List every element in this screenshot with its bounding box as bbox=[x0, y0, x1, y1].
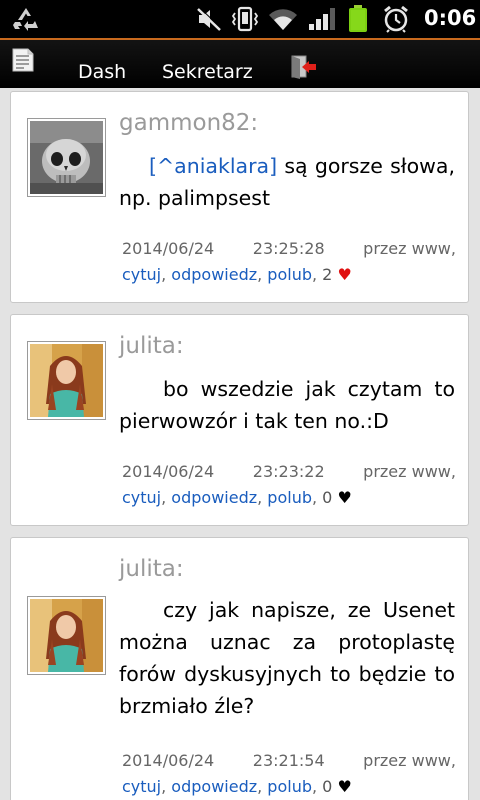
post-meta: 2014/06/24 23:25:28 przez www, cytuj, odpo… bbox=[122, 236, 456, 288]
tab-sekretarz[interactable]: Sekretarz bbox=[162, 61, 253, 83]
post-time: 23:21:54 bbox=[252, 751, 325, 770]
wifi-icon bbox=[268, 6, 298, 36]
like-link[interactable]: polub bbox=[267, 488, 312, 507]
quote-link[interactable]: cytuj bbox=[122, 777, 161, 796]
post-time: 23:23:22 bbox=[252, 462, 325, 481]
action-bar: Dash Sekretarz bbox=[0, 38, 480, 88]
post-body: czy jak napisze, ze Usenet można uznac z… bbox=[119, 594, 455, 722]
post-date: 2014/06/24 bbox=[122, 751, 215, 770]
avatar[interactable] bbox=[27, 118, 106, 197]
reply-link[interactable]: odpowiedz bbox=[171, 488, 257, 507]
post-date: 2014/06/24 bbox=[122, 462, 215, 481]
post-meta: 2014/06/24 23:23:22 przez www, cytuj, odpo… bbox=[122, 459, 456, 511]
accent-line bbox=[0, 38, 480, 40]
vibrate-icon bbox=[230, 5, 260, 37]
avatar[interactable] bbox=[27, 341, 106, 420]
post-body: bo wszedzie jak czytam to pierwowzór i t… bbox=[119, 373, 455, 437]
post-text: bo wszedzie jak czytam to pierwowzór i t… bbox=[119, 377, 455, 433]
post-list[interactable]: gammon82: [^aniaklara] są gorsze słowa, … bbox=[0, 88, 480, 800]
post-text: czy jak napisze, ze Usenet można uznac z… bbox=[119, 598, 455, 718]
like-count: 0 bbox=[322, 777, 333, 796]
heart-icon[interactable]: ♥ bbox=[337, 488, 351, 507]
post-card: julita: bo wszedzie jak czytam to pierwo… bbox=[10, 314, 469, 526]
heart-icon[interactable]: ♥ bbox=[337, 777, 351, 796]
avatar[interactable] bbox=[27, 596, 106, 675]
post-via: przez www, bbox=[363, 751, 456, 770]
post-card: julita: czy jak napisze, ze Usenet można… bbox=[10, 537, 469, 800]
post-author: julita: bbox=[119, 556, 184, 582]
like-link[interactable]: polub bbox=[267, 265, 312, 284]
recycle-icon bbox=[12, 6, 40, 36]
mute-icon bbox=[196, 6, 222, 36]
notes-menu-icon[interactable] bbox=[12, 48, 34, 76]
mention-link[interactable]: [^aniaklara] bbox=[149, 154, 277, 178]
tab-dash[interactable]: Dash bbox=[78, 61, 126, 83]
post-card: gammon82: [^aniaklara] są gorsze słowa, … bbox=[10, 91, 469, 303]
post-via: przez www, bbox=[363, 462, 456, 481]
logout-icon[interactable] bbox=[291, 55, 317, 83]
reply-link[interactable]: odpowiedz bbox=[171, 265, 257, 284]
quote-link[interactable]: cytuj bbox=[122, 265, 161, 284]
quote-link[interactable]: cytuj bbox=[122, 488, 161, 507]
post-author: gammon82: bbox=[119, 110, 259, 136]
like-count: 0 bbox=[322, 488, 333, 507]
post-body: [^aniaklara] są gorsze słowa, np. palimp… bbox=[119, 150, 455, 214]
heart-icon[interactable]: ♥ bbox=[337, 265, 351, 284]
status-bar: 0:06 bbox=[0, 0, 480, 38]
signal-icon bbox=[308, 6, 336, 36]
status-clock: 0:06 bbox=[424, 6, 477, 30]
like-count: 2 bbox=[322, 265, 333, 284]
like-link[interactable]: polub bbox=[267, 777, 312, 796]
post-time: 23:25:28 bbox=[252, 239, 325, 258]
alarm-icon bbox=[382, 5, 410, 37]
battery-icon bbox=[348, 5, 368, 37]
post-date: 2014/06/24 bbox=[122, 239, 215, 258]
post-meta: 2014/06/24 23:21:54 przez www, cytuj, odpo… bbox=[122, 748, 456, 800]
post-via: przez www, bbox=[363, 239, 456, 258]
reply-link[interactable]: odpowiedz bbox=[171, 777, 257, 796]
post-author: julita: bbox=[119, 333, 184, 359]
